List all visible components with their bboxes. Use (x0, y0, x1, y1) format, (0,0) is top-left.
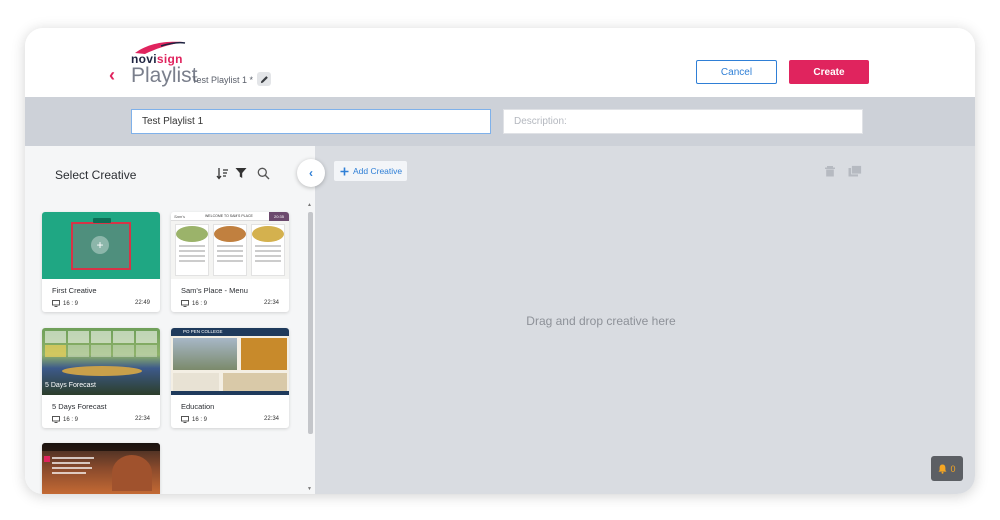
creative-thumbnail: 5 Days Forecast (42, 328, 160, 395)
pencil-icon (260, 75, 268, 83)
card-name: Sam's Place - Menu (181, 286, 248, 295)
card-name: Education (181, 402, 215, 411)
chevron-left-icon: ‹ (309, 166, 313, 180)
panel-scrollbar[interactable]: ▲ ▼ (306, 202, 314, 494)
plus-icon (340, 167, 349, 175)
app-window: novisign ‹ Playlist Test Playlist 1 * Ca… (25, 28, 975, 494)
card-name: First Creative (52, 286, 97, 295)
edit-name-button[interactable] (257, 72, 271, 86)
duplicate-icon[interactable] (848, 165, 862, 177)
add-overlay-icon: + (91, 236, 109, 254)
drop-zone-hint: Drag and drop creative here (526, 314, 676, 328)
card-ratio: 16 : 9 (181, 300, 207, 307)
notification-count: 0 (950, 463, 956, 474)
description-input[interactable] (503, 109, 863, 134)
creative-selector-panel: Select Creative ‹ + First Creative 16: … (25, 146, 325, 494)
collapse-panel-button[interactable]: ‹ (297, 159, 325, 187)
page-title: Playlist (131, 64, 198, 87)
thumb-time: 20:35 (269, 212, 289, 221)
thumb-header-text: WELCOME TO SAM'S PLACE (205, 214, 253, 218)
creative-card[interactable]: + First Creative 16 : 9 22:49 (42, 212, 160, 312)
monitor-icon (181, 300, 189, 307)
thumb-logo: Sam's (174, 214, 185, 219)
card-duration: 22:34 (263, 300, 279, 306)
playlist-name-input[interactable] (131, 109, 491, 134)
creative-thumbnail (42, 443, 160, 494)
scroll-thumb[interactable] (308, 212, 313, 434)
creative-card[interactable] (42, 443, 160, 494)
playlist-drop-area[interactable]: Add Creative Drag and drop creative here… (315, 146, 975, 494)
card-duration: 22:49 (134, 300, 150, 306)
bell-icon (938, 464, 947, 474)
scroll-up-arrow-icon[interactable]: ▲ (307, 202, 312, 208)
monitor-icon (52, 416, 60, 423)
scroll-down-arrow-icon[interactable]: ▼ (307, 486, 312, 492)
creative-card[interactable]: Sam's WELCOME TO SAM'S PLACE 20:35 Sam's… (171, 212, 289, 312)
thumb-header-text: PO PEN COLLEGE (183, 329, 223, 334)
creative-thumbnail: PO PEN COLLEGE (171, 328, 289, 395)
creative-card[interactable]: 5 Days Forecast 5 Days Forecast 16 : 9 2… (42, 328, 160, 428)
panel-title: Select Creative (55, 168, 137, 182)
card-ratio: 16 : 9 (52, 300, 78, 307)
trash-icon[interactable] (824, 165, 836, 177)
creative-thumbnail: + (42, 212, 160, 279)
back-chevron-icon[interactable]: ‹ (109, 66, 123, 84)
playlist-form-band (25, 97, 975, 146)
creative-thumbnail: Sam's WELCOME TO SAM'S PLACE 20:35 (171, 212, 289, 279)
notifications-button[interactable]: 0 (931, 456, 963, 481)
card-ratio: 16 : 9 (52, 416, 78, 423)
card-duration: 22:34 (134, 416, 150, 422)
search-icon[interactable] (255, 165, 271, 181)
playlist-name-label: Test Playlist 1 * (192, 75, 254, 85)
monitor-icon (52, 300, 60, 307)
creative-card[interactable]: PO PEN COLLEGE Education 16 : 9 22:34 (171, 328, 289, 428)
card-duration: 22:34 (263, 416, 279, 422)
header: novisign ‹ Playlist Test Playlist 1 * Ca… (25, 28, 975, 97)
thumb-caption: 5 Days Forecast (45, 382, 96, 389)
create-button[interactable]: Create (789, 60, 869, 84)
monitor-icon (181, 416, 189, 423)
add-creative-button[interactable]: Add Creative (334, 161, 407, 181)
novisign-logo: novisign (131, 40, 187, 66)
cancel-button[interactable]: Cancel (696, 60, 777, 84)
card-ratio: 16 : 9 (181, 416, 207, 423)
filter-icon[interactable] (233, 165, 249, 181)
card-name: 5 Days Forecast (52, 402, 107, 411)
sort-icon[interactable] (214, 165, 230, 181)
